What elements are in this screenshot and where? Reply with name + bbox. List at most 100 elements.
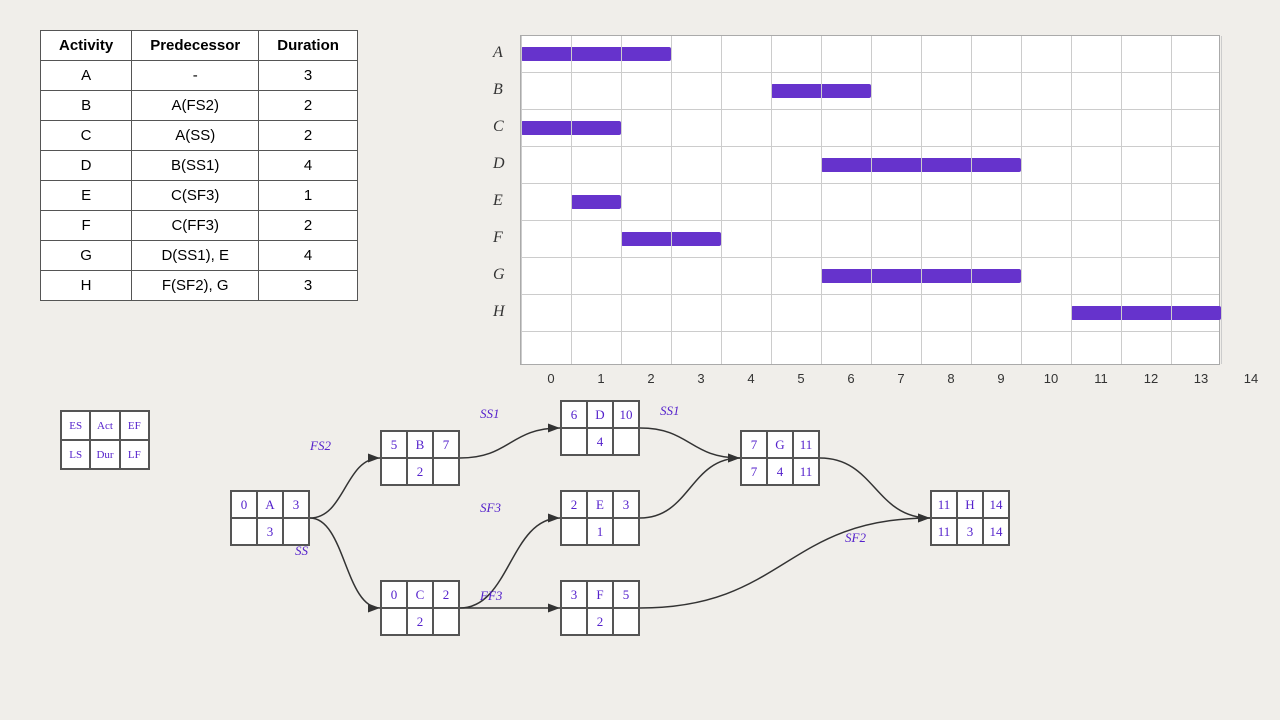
- gantt-axis-8: 8: [947, 371, 954, 386]
- node-B-es: 5: [381, 431, 407, 458]
- node-D-act: D: [587, 401, 613, 428]
- gantt-axis-9: 9: [997, 371, 1004, 386]
- arrow-A-C: [310, 518, 380, 608]
- gantt-vline-6: [821, 36, 822, 364]
- arrow-label-C-F: FF3: [479, 588, 503, 603]
- node-C-es: 0: [381, 581, 407, 608]
- activity-table: Activity Predecessor Duration A-3BA(FS2)…: [40, 30, 358, 301]
- node-G: 7G117411: [740, 430, 820, 486]
- gantt-vline-8: [921, 36, 922, 364]
- legend-ls: LS: [61, 440, 90, 469]
- table-cell-7-1: F(SF2), G: [132, 271, 259, 301]
- node-D: 6D104: [560, 400, 640, 456]
- gantt-bar-A: [521, 47, 671, 61]
- gantt-row-C: C: [521, 110, 1219, 147]
- node-D-es: 6: [561, 401, 587, 428]
- node-F-act: F: [587, 581, 613, 608]
- node-G-es: 7: [741, 431, 767, 458]
- arrow-B-D: [460, 428, 560, 458]
- table-cell-0-1: -: [132, 61, 259, 91]
- node-E-act: E: [587, 491, 613, 518]
- gantt-vline-7: [871, 36, 872, 364]
- table-cell-1-0: B: [41, 91, 132, 121]
- table-cell-5-2: 2: [259, 211, 358, 241]
- node-D-ef: 10: [613, 401, 639, 428]
- gantt-axis-11: 11: [1094, 371, 1108, 386]
- node-E-ls: [561, 518, 587, 545]
- arrow-A-B: [310, 458, 380, 518]
- legend-dur: Dur: [90, 440, 119, 469]
- gantt-vline-10: [1021, 36, 1022, 364]
- arrow-F-H: [640, 518, 930, 608]
- node-B-ls: [381, 458, 407, 485]
- table-cell-2-2: 2: [259, 121, 358, 151]
- node-D-lf: [613, 428, 639, 455]
- legend-ef: EF: [120, 411, 149, 440]
- gantt-axis-13: 13: [1194, 371, 1208, 386]
- gantt-label-B: B: [493, 81, 503, 99]
- node-F-dur: 2: [587, 608, 613, 635]
- gantt-label-H: H: [493, 303, 505, 321]
- legend-act: Act: [90, 411, 119, 440]
- gantt-axis-4: 4: [747, 371, 754, 386]
- gantt-axis-7: 7: [897, 371, 904, 386]
- node-A-act: A: [257, 491, 283, 518]
- activity-table-section: Activity Predecessor Duration A-3BA(FS2)…: [40, 30, 358, 301]
- gantt-vline-2: [621, 36, 622, 364]
- gantt-row-G: G: [521, 258, 1219, 295]
- gantt-axis-3: 3: [697, 371, 704, 386]
- gantt-vline-4: [721, 36, 722, 364]
- gantt-row-D: D: [521, 147, 1219, 184]
- arrow-C-E: [460, 518, 560, 608]
- node-C-dur: 2: [407, 608, 433, 635]
- gantt-axis-1: 1: [597, 371, 604, 386]
- node-A-ef: 3: [283, 491, 309, 518]
- node-A-ls: [231, 518, 257, 545]
- table-cell-6-2: 4: [259, 241, 358, 271]
- legend-box: ES Act EF LS Dur LF: [60, 410, 150, 470]
- table-cell-5-1: C(FF3): [132, 211, 259, 241]
- node-G-ef: 11: [793, 431, 819, 458]
- gantt-row-H: H: [521, 295, 1219, 332]
- table-cell-7-0: H: [41, 271, 132, 301]
- legend-es: ES: [61, 411, 90, 440]
- node-B-lf: [433, 458, 459, 485]
- node-E-es: 2: [561, 491, 587, 518]
- node-A-dur: 3: [257, 518, 283, 545]
- node-H-lf: 14: [983, 518, 1009, 545]
- node-E: 2E31: [560, 490, 640, 546]
- gantt-axis-0: 0: [547, 371, 554, 386]
- node-C: 0C22: [380, 580, 460, 636]
- table-cell-6-1: D(SS1), E: [132, 241, 259, 271]
- table-cell-2-0: C: [41, 121, 132, 151]
- node-H-dur: 3: [957, 518, 983, 545]
- node-E-dur: 1: [587, 518, 613, 545]
- table-cell-4-1: C(SF3): [132, 181, 259, 211]
- node-G-dur: 4: [767, 458, 793, 485]
- gantt-vline-1: [571, 36, 572, 364]
- node-D-dur: 4: [587, 428, 613, 455]
- gantt-axis-6: 6: [847, 371, 854, 386]
- node-B: 5B72: [380, 430, 460, 486]
- gantt-chart-section: ABCDEFGH01234567891011121314: [490, 25, 1250, 395]
- node-H-ls: 11: [931, 518, 957, 545]
- node-A-es: 0: [231, 491, 257, 518]
- col-header-duration: Duration: [259, 31, 358, 61]
- arrow-G-H: [820, 458, 930, 518]
- col-header-activity: Activity: [41, 31, 132, 61]
- node-F-ls: [561, 608, 587, 635]
- gantt-row-F: F: [521, 221, 1219, 258]
- arrow-D-G: [640, 428, 740, 458]
- gantt-vline-3: [671, 36, 672, 364]
- gantt-axis-12: 12: [1144, 371, 1158, 386]
- gantt-row-E: E: [521, 184, 1219, 221]
- table-cell-3-1: B(SS1): [132, 151, 259, 181]
- gantt-row-B: B: [521, 73, 1219, 110]
- gantt-label-C: C: [493, 118, 504, 136]
- col-header-predecessor: Predecessor: [132, 31, 259, 61]
- table-cell-2-1: A(SS): [132, 121, 259, 151]
- gantt-label-G: G: [493, 266, 505, 284]
- gantt-vline-13: [1171, 36, 1172, 364]
- table-cell-3-0: D: [41, 151, 132, 181]
- table-cell-0-2: 3: [259, 61, 358, 91]
